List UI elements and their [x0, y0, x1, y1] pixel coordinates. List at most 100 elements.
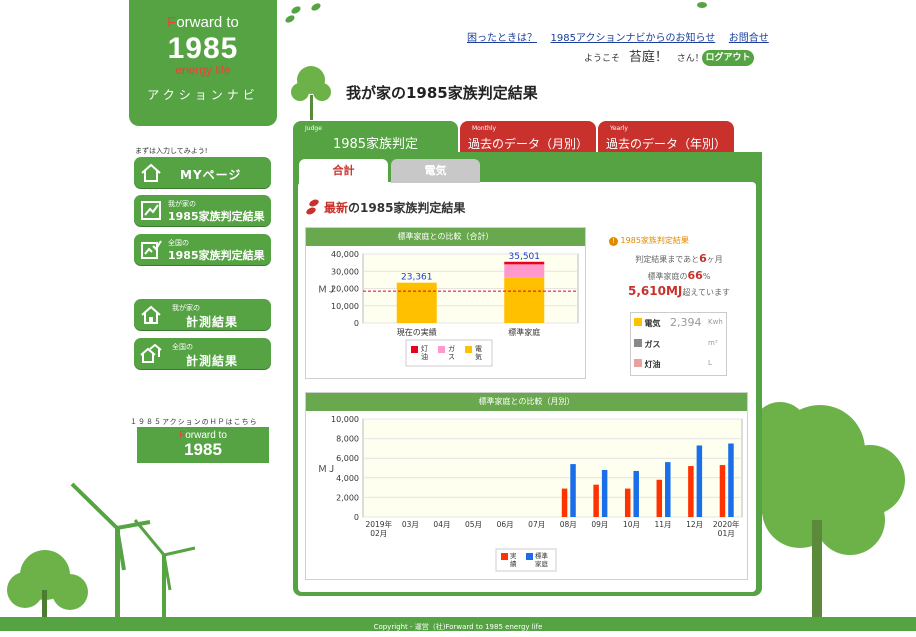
bar-actual: [719, 465, 726, 517]
legend-label: 績: [510, 559, 517, 568]
plot-area: [362, 418, 743, 518]
title-tree: [291, 66, 331, 120]
meter-gas: ガス m³: [634, 339, 724, 350]
legend-swatch: [411, 346, 418, 353]
bar-electric: [396, 282, 437, 323]
y-tick-label: 10,000: [331, 415, 359, 424]
judge-summary: ! 1985家族判定結果 判定結果まであと6ヶ月 標準家庭の66% 5,610M…: [609, 235, 749, 298]
legend-label: 実: [510, 551, 517, 560]
contact-link[interactable]: お問合せ: [729, 33, 769, 44]
help-link[interactable]: 困ったときは？: [467, 33, 537, 44]
sidebar-item-national-judge[interactable]: 全国の 1985家族判定結果: [134, 234, 271, 265]
x-tick-label: 10月: [623, 520, 640, 529]
x-tick-label: 11月: [655, 520, 672, 529]
legend-swatch: [438, 346, 445, 353]
meter-electric: 電気 2,394 Kwh: [634, 316, 724, 329]
x-tick-label: 2020年: [713, 519, 740, 529]
bar-actual: [656, 479, 663, 517]
legend-label-char: ス: [448, 353, 455, 361]
chart1-svg: 40,00030,00020,00010,0000ＭＪ23,361現在の実績35…: [318, 250, 579, 367]
x-tick-label: 06月: [497, 520, 514, 529]
house-icon: [141, 163, 161, 182]
legend-swatch: [526, 553, 533, 560]
y-axis-label: ＭＪ: [318, 286, 336, 296]
y-tick-label: 40,000: [331, 250, 359, 259]
bar-total-label: 23,361: [401, 273, 433, 283]
footer: Copyright - 運営（社)Forward to 1985 energy …: [0, 617, 916, 631]
legend-label-char: 油: [421, 352, 428, 361]
sidebar-item-home-judge[interactable]: 我が家の 1985家族判定結果: [134, 195, 271, 226]
x-tick-label: 09月: [591, 520, 608, 529]
bar-standard: [728, 443, 734, 517]
y-tick-label: 6,000: [336, 454, 359, 463]
bar-actual: [688, 466, 694, 517]
legend-label-char: ガ: [448, 344, 455, 353]
summary-heading: ! 1985家族判定結果: [609, 235, 749, 246]
house-icon: [141, 305, 161, 324]
x-tick-label: 02月: [370, 529, 387, 538]
y-tick-label: 0: [354, 319, 359, 328]
bar-actual: [593, 484, 599, 517]
monthly-comparison-chart: 標準家庭との比較（月別） 10,000 8,000 6,000 4,000 2,000 0…: [305, 392, 748, 580]
gas-icon: [634, 339, 642, 347]
logout-button[interactable]: ログアウト: [702, 50, 754, 66]
meter-kerosene: 灯油 L: [634, 359, 724, 370]
x-tick-label: 05月: [465, 520, 482, 529]
y-axis-label: ＭＪ: [318, 465, 336, 475]
kerosene-icon: [634, 359, 642, 367]
bar-actual: [624, 488, 631, 517]
page-title: 我が家の1985家族判定結果: [346, 84, 538, 102]
subtab-electric[interactable]: 電気: [391, 159, 480, 183]
sidebar-item-national-measure[interactable]: 全国の 計測結果: [134, 338, 271, 369]
chart2-svg: 10,000 8,000 6,000 4,000 2,000 0 ＭＪ 2019年02月 03月…: [318, 415, 743, 572]
welcome-text: ようこそ 苔庭！ さん！: [584, 50, 704, 65]
x-tick-label: 08月: [560, 520, 577, 529]
x-tick-label: 01月: [718, 529, 735, 538]
tab-monthly[interactable]: Monthly 過去のデータ（月別）: [460, 121, 596, 153]
section-bullet-icon: [306, 199, 319, 215]
legend-label-char: 電: [475, 345, 482, 353]
bar-standard: [665, 462, 671, 517]
total-comparison-chart: 標準家庭との比較（合計） 40,000 30,000 20,000 10,000 0 ＭＪ…: [305, 227, 586, 379]
legend-swatch: [501, 553, 508, 560]
logo-action-navi: アクションナビ: [147, 88, 259, 102]
bar-actual: [561, 488, 568, 517]
user-name: 苔庭！: [628, 50, 668, 65]
chart-up-icon: [141, 201, 161, 220]
legend-swatch: [465, 346, 472, 353]
bar-gas: [504, 264, 545, 278]
tab-yearly[interactable]: Yearly 過去のデータ（年別）: [598, 121, 734, 153]
x-tick-label: 12月: [686, 520, 703, 529]
y-tick-label: 10,000: [331, 302, 359, 311]
sidebar-item-mypage[interactable]: MYページ: [134, 157, 271, 188]
sidebar-item-home-measure[interactable]: 我が家の 計測結果: [134, 299, 271, 330]
legend-label: 標準: [535, 551, 549, 560]
chart-check-icon: [141, 240, 162, 259]
houses-icon: [140, 343, 162, 363]
bar-total-label: 35,501: [509, 252, 541, 262]
bar-kerosene: [504, 261, 545, 265]
x-tick-label: 04月: [433, 520, 450, 529]
chart1-title: 標準家庭との比較（合計）: [306, 228, 585, 246]
y-tick-label: 2,000: [336, 493, 359, 502]
x-tick-label: 標準家庭: [508, 327, 540, 337]
tab-judge[interactable]: Judge 1985家族判定: [293, 121, 458, 153]
legend-label: 家庭: [535, 559, 549, 568]
legend-label-char: 気: [475, 352, 482, 361]
bar-standard: [570, 464, 576, 517]
header-links: 困ったときは？ 1985アクションナビからのお知らせ お問合せ: [467, 29, 769, 44]
x-tick-label: 2019年: [365, 519, 392, 529]
logo-panel[interactable]: Forward to 1985 energy life アクションナビ: [129, 0, 277, 126]
meter-box: 電気 2,394 Kwh ガス m³ 灯油 L: [630, 312, 727, 376]
x-tick-label: 現在の実績: [397, 327, 437, 337]
x-tick-label: 07月: [528, 520, 545, 529]
logo-1985: 1985: [167, 32, 239, 65]
news-link[interactable]: 1985アクションナビからのお知らせ: [551, 33, 716, 44]
electric-icon: [634, 318, 642, 326]
bar-standard: [633, 470, 639, 517]
subtab-total[interactable]: 合計: [299, 159, 388, 183]
forward-to-1985-banner[interactable]: Forward to 1985: [137, 427, 269, 463]
logo-forward-to: Forward to: [167, 14, 239, 31]
info-icon: !: [609, 237, 618, 246]
y-tick-label: 0: [354, 513, 359, 522]
